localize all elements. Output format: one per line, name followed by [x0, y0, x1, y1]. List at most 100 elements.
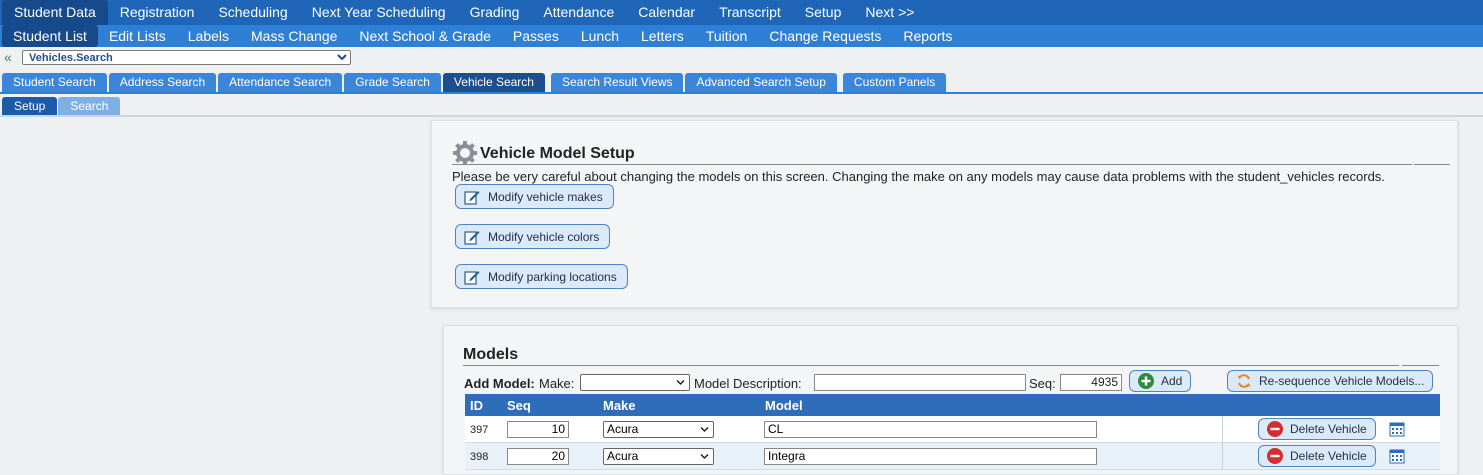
tab-student-search[interactable]: Student Search [2, 73, 107, 92]
row-divider [1222, 443, 1223, 470]
title-underline-end [1414, 164, 1450, 165]
top-nav-scheduling[interactable]: Scheduling [206, 0, 299, 25]
tab-vehicle-search[interactable]: Vehicle Search [442, 73, 545, 92]
models-panel: Models Add Model: Make: Model Descriptio… [443, 325, 1458, 475]
title-underline [452, 164, 1412, 165]
modify-vehicle-makes-label: Modify vehicle makes [488, 189, 603, 204]
top-nav-calendar[interactable]: Calendar [626, 0, 707, 25]
tab-custom-panels[interactable]: Custom Panels [842, 73, 947, 92]
sub-nav-edit-lists[interactable]: Edit Lists [98, 25, 177, 47]
row-seq-input[interactable]: 10 [507, 421, 569, 438]
top-nav-attendance[interactable]: Attendance [531, 0, 626, 25]
tab-grade-search[interactable]: Grade Search [344, 73, 441, 92]
top-nav-registration[interactable]: Registration [108, 0, 207, 25]
row-id: 398 [470, 451, 489, 463]
delete-vehicle-button[interactable]: Delete Vehicle [1258, 418, 1376, 440]
delete-vehicle-label: Delete Vehicle [1290, 422, 1367, 436]
warning-text: Please be very careful about changing th… [452, 169, 1385, 184]
sub-nav-labels[interactable]: Labels [177, 25, 240, 47]
chevron-down-icon [700, 453, 709, 460]
models-title-underline-end [1402, 365, 1439, 366]
refresh-icon [1237, 374, 1251, 388]
top-nav-next[interactable]: Next >> [853, 0, 926, 25]
plus-circle-icon [1138, 373, 1154, 389]
top-nav-grading[interactable]: Grading [458, 0, 532, 25]
sub-nav-student-list[interactable]: Student List [2, 25, 98, 47]
table-row: 397 10 Acura CL Delete Vehicle [465, 416, 1440, 443]
tab-search[interactable]: Search [58, 97, 121, 115]
top-nav: Student Data Registration Scheduling Nex… [0, 0, 1483, 25]
tab-attendance-search[interactable]: Attendance Search [218, 73, 343, 92]
delete-circle-icon [1267, 421, 1283, 437]
modify-parking-locations-button[interactable]: Modify parking locations [455, 264, 628, 289]
delete-circle-icon [1267, 448, 1283, 464]
delete-vehicle-button[interactable]: Delete Vehicle [1258, 445, 1376, 467]
table-header: ID Seq Make Model [465, 394, 1440, 416]
tab-setup[interactable]: Setup [2, 97, 58, 115]
sub-nav-change-requests[interactable]: Change Requests [758, 25, 892, 47]
row-make-value: Acura [607, 422, 639, 436]
modify-vehicle-makes-button[interactable]: Modify vehicle makes [455, 184, 614, 209]
row-model-input[interactable]: CL [764, 421, 1097, 438]
models-title: Models [463, 346, 519, 363]
sub-nav-tuition[interactable]: Tuition [695, 25, 759, 47]
row-make-value: Acura [607, 449, 639, 463]
row-divider [1222, 416, 1223, 443]
row-id: 397 [470, 424, 489, 436]
sub-nav-next-school-grade[interactable]: Next School & Grade [348, 25, 502, 47]
edit-icon [464, 270, 480, 285]
models-title-underline [463, 365, 1399, 366]
gear-icon [453, 141, 477, 165]
modify-parking-locations-label: Modify parking locations [488, 269, 617, 284]
chevron-down-icon [700, 426, 709, 433]
row-model-input[interactable]: Integra [764, 448, 1097, 465]
sub-nav-letters[interactable]: Letters [630, 25, 695, 47]
seq-label: Seq: [1029, 376, 1056, 391]
col-id: ID [470, 398, 483, 413]
sub-nav: Student List Edit Lists Labels Mass Chan… [0, 25, 1483, 47]
col-model: Model [765, 398, 803, 413]
chevron-down-icon [676, 379, 685, 386]
tab-advanced-search-setup[interactable]: Advanced Search Setup [685, 73, 837, 92]
delete-vehicle-label: Delete Vehicle [1290, 449, 1367, 463]
top-nav-setup[interactable]: Setup [793, 0, 854, 25]
calendar-icon[interactable] [1389, 421, 1405, 437]
col-seq: Seq [507, 398, 531, 413]
sub-nav-reports[interactable]: Reports [892, 25, 963, 47]
row-seq-input[interactable]: 20 [507, 448, 569, 465]
sub-tabs-divider [0, 115, 1483, 117]
make-label: Make: [539, 376, 575, 391]
resequence-label: Re-sequence Vehicle Models... [1259, 374, 1425, 388]
col-make: Make [603, 398, 636, 413]
top-nav-student-data[interactable]: Student Data [2, 0, 108, 25]
top-nav-transcript[interactable]: Transcript [707, 0, 793, 25]
add-button-label: Add [1161, 374, 1183, 388]
sub-nav-passes[interactable]: Passes [502, 25, 570, 47]
resequence-button[interactable]: Re-sequence Vehicle Models... [1227, 370, 1434, 392]
modify-vehicle-colors-label: Modify vehicle colors [488, 229, 600, 244]
edit-icon [464, 230, 480, 245]
sub-nav-lunch[interactable]: Lunch [570, 25, 630, 47]
table-row: 398 20 Acura Integra Delete Vehicle [465, 443, 1440, 470]
tabs-divider [0, 92, 1483, 94]
page-path-select[interactable]: Vehicles.Search [22, 50, 351, 65]
add-model-button[interactable]: Add [1129, 370, 1192, 392]
row-make-select[interactable]: Acura [603, 421, 714, 438]
calendar-icon[interactable] [1389, 448, 1405, 464]
make-select[interactable] [580, 374, 690, 391]
panel-title: Vehicle Model Setup [480, 145, 635, 162]
models-table: ID Seq Make Model 397 10 Acura CL Delete… [465, 394, 1440, 470]
collapse-left-icon[interactable]: « [4, 50, 12, 64]
search-tabs: Student Search Address Search Attendance… [2, 73, 948, 92]
tab-search-result-views[interactable]: Search Result Views [550, 73, 684, 92]
add-model-label: Add Model: [464, 376, 535, 391]
sub-nav-mass-change[interactable]: Mass Change [240, 25, 348, 47]
top-nav-next-year-scheduling[interactable]: Next Year Scheduling [300, 0, 458, 25]
row-make-select[interactable]: Acura [603, 448, 714, 465]
sub-tabs: Setup Search [2, 97, 121, 115]
tab-address-search[interactable]: Address Search [108, 73, 217, 92]
modify-vehicle-colors-button[interactable]: Modify vehicle colors [455, 224, 611, 249]
model-description-input[interactable] [814, 374, 1026, 391]
seq-input[interactable]: 4935 [1060, 374, 1122, 391]
path-bar: « Vehicles.Search [0, 48, 1483, 68]
